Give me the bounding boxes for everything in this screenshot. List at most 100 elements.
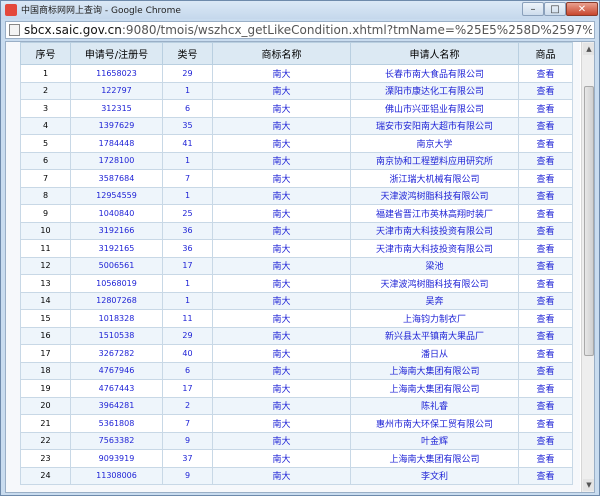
applicant-link[interactable]: 新兴县太平镇南大果品厂 [350,326,519,345]
brand-name-link[interactable]: 南大 [212,344,351,363]
class-link[interactable]: 1 [162,151,213,170]
class-link[interactable]: 7 [162,169,213,188]
view-goods-link[interactable]: 查看 [518,134,573,153]
class-link[interactable]: 36 [162,239,213,258]
reg-number-link[interactable]: 3587684 [70,169,163,188]
view-goods-link[interactable]: 查看 [518,64,573,83]
scroll-thumb[interactable] [584,86,594,356]
applicant-link[interactable]: 南京协和工程塑料应用研究所 [350,151,519,170]
brand-name-link[interactable]: 南大 [212,81,351,100]
view-goods-link[interactable]: 查看 [518,239,573,258]
applicant-link[interactable]: 天津波鸿树脂科技有限公司 [350,274,519,293]
class-link[interactable]: 1 [162,274,213,293]
applicant-link[interactable]: 天津波鸿树脂科技有限公司 [350,186,519,205]
applicant-link[interactable]: 长春市南大食品有限公司 [350,64,519,83]
scroll-up-icon[interactable]: ▲ [583,43,594,55]
brand-name-link[interactable]: 南大 [212,466,351,485]
class-link[interactable]: 41 [162,134,213,153]
reg-number-link[interactable]: 12807268 [70,291,163,310]
view-goods-link[interactable]: 查看 [518,379,573,398]
class-link[interactable]: 17 [162,379,213,398]
view-goods-link[interactable]: 查看 [518,204,573,223]
reg-number-link[interactable]: 312315 [70,99,163,118]
applicant-link[interactable]: 吴奔 [350,291,519,310]
class-link[interactable]: 6 [162,99,213,118]
view-goods-link[interactable]: 查看 [518,221,573,240]
reg-number-link[interactable]: 1397629 [70,116,163,135]
class-link[interactable]: 1 [162,81,213,100]
brand-name-link[interactable]: 南大 [212,379,351,398]
applicant-link[interactable]: 上海南大集团有限公司 [350,361,519,380]
minimize-button[interactable]: – [522,2,544,16]
applicant-link[interactable]: 上海南大集团有限公司 [350,449,519,468]
brand-name-link[interactable]: 南大 [212,186,351,205]
class-link[interactable]: 37 [162,449,213,468]
class-link[interactable]: 9 [162,431,213,450]
class-link[interactable]: 6 [162,361,213,380]
view-goods-link[interactable]: 查看 [518,186,573,205]
applicant-link[interactable]: 佛山市兴亚铝业有限公司 [350,99,519,118]
brand-name-link[interactable]: 南大 [212,326,351,345]
reg-number-link[interactable]: 3964281 [70,396,163,415]
brand-name-link[interactable]: 南大 [212,134,351,153]
class-link[interactable]: 35 [162,116,213,135]
applicant-link[interactable]: 惠州市南大环保工贸有限公司 [350,414,519,433]
class-link[interactable]: 29 [162,64,213,83]
view-goods-link[interactable]: 查看 [518,116,573,135]
brand-name-link[interactable]: 南大 [212,99,351,118]
applicant-link[interactable]: 溧阳市康达化工有限公司 [350,81,519,100]
applicant-link[interactable]: 南京大学 [350,134,519,153]
class-link[interactable]: 1 [162,291,213,310]
url-text[interactable]: sbcx.saic.gov.cn:9080/tmois/wszhcx_getLi… [24,23,592,37]
reg-number-link[interactable]: 1040840 [70,204,163,223]
applicant-link[interactable]: 陈礼睿 [350,396,519,415]
brand-name-link[interactable]: 南大 [212,414,351,433]
class-link[interactable]: 17 [162,256,213,275]
applicant-link[interactable]: 天津市南大科技投资有限公司 [350,239,519,258]
brand-name-link[interactable]: 南大 [212,431,351,450]
view-goods-link[interactable]: 查看 [518,449,573,468]
view-goods-link[interactable]: 查看 [518,274,573,293]
applicant-link[interactable]: 潘日从 [350,344,519,363]
reg-number-link[interactable]: 12954559 [70,186,163,205]
title-bar[interactable]: 中国商标网网上查询 - Google Chrome – □ ✕ [1,1,599,19]
reg-number-link[interactable]: 11308006 [70,466,163,485]
applicant-link[interactable]: 梁池 [350,256,519,275]
brand-name-link[interactable]: 南大 [212,256,351,275]
brand-name-link[interactable]: 南大 [212,291,351,310]
brand-name-link[interactable]: 南大 [212,64,351,83]
reg-number-link[interactable]: 3192165 [70,239,163,258]
reg-number-link[interactable]: 5006561 [70,256,163,275]
reg-number-link[interactable]: 1784448 [70,134,163,153]
view-goods-link[interactable]: 查看 [518,326,573,345]
class-link[interactable]: 2 [162,396,213,415]
scroll-down-icon[interactable]: ▼ [583,479,594,491]
applicant-link[interactable]: 福建省晋江市英林高翔时装厂 [350,204,519,223]
view-goods-link[interactable]: 查看 [518,309,573,328]
reg-number-link[interactable]: 9093919 [70,449,163,468]
brand-name-link[interactable]: 南大 [212,274,351,293]
reg-number-link[interactable]: 1728100 [70,151,163,170]
class-link[interactable]: 25 [162,204,213,223]
class-link[interactable]: 36 [162,221,213,240]
applicant-link[interactable]: 上海钧力制衣厂 [350,309,519,328]
reg-number-link[interactable]: 3267282 [70,344,163,363]
brand-name-link[interactable]: 南大 [212,151,351,170]
address-bar[interactable]: sbcx.saic.gov.cn:9080/tmois/wszhcx_getLi… [5,21,595,39]
class-link[interactable]: 7 [162,414,213,433]
applicant-link[interactable]: 天津市南大科技投资有限公司 [350,221,519,240]
brand-name-link[interactable]: 南大 [212,309,351,328]
applicant-link[interactable]: 李文利 [350,466,519,485]
brand-name-link[interactable]: 南大 [212,396,351,415]
close-button[interactable]: ✕ [566,2,598,16]
brand-name-link[interactable]: 南大 [212,449,351,468]
brand-name-link[interactable]: 南大 [212,116,351,135]
reg-number-link[interactable]: 10568019 [70,274,163,293]
view-goods-link[interactable]: 查看 [518,414,573,433]
brand-name-link[interactable]: 南大 [212,169,351,188]
view-goods-link[interactable]: 查看 [518,396,573,415]
view-goods-link[interactable]: 查看 [518,151,573,170]
class-link[interactable]: 29 [162,326,213,345]
brand-name-link[interactable]: 南大 [212,204,351,223]
class-link[interactable]: 11 [162,309,213,328]
